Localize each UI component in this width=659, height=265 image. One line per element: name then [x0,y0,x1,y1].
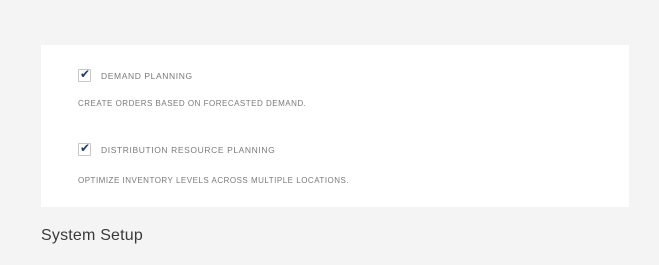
distribution-resource-planning-label: DISTRIBUTION RESOURCE PLANNING [101,144,276,155]
checkmark-icon: ✔ [80,141,91,155]
demand-planning-description: CREATE ORDERS BASED ON FORECASTED DEMAND… [78,99,307,108]
distribution-resource-planning-description: OPTIMIZE INVENTORY LEVELS ACROSS MULTIPL… [78,176,350,185]
option-distribution-resource-planning[interactable]: ✔ DISTRIBUTION RESOURCE PLANNING [78,141,276,156]
demand-planning-label: DEMAND PLANNING [101,70,193,81]
page-title: System Setup [41,227,144,244]
setup-options-panel: ✔ DEMAND PLANNING CREATE ORDERS BASED ON… [41,45,629,207]
demand-planning-checkbox[interactable]: ✔ [78,67,91,82]
distribution-resource-planning-checkbox[interactable]: ✔ [78,141,91,156]
option-demand-planning[interactable]: ✔ DEMAND PLANNING [78,67,193,82]
checkmark-icon: ✔ [80,67,91,81]
